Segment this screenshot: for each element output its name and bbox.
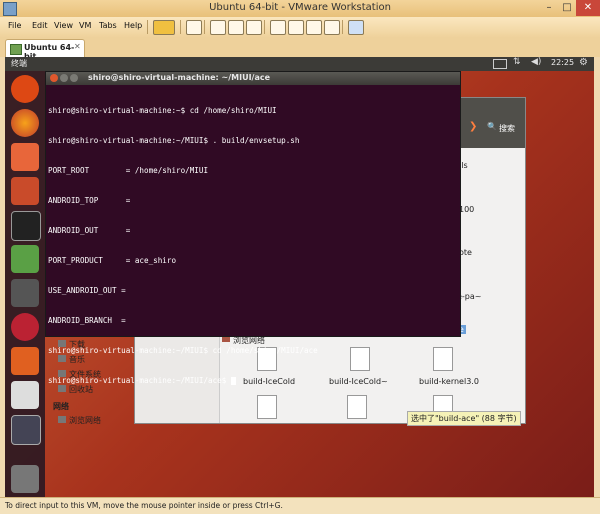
text-editor-icon[interactable] <box>11 381 39 409</box>
search-icon[interactable]: 🔍 <box>487 122 497 131</box>
clock[interactable]: 22:25 <box>551 58 574 67</box>
tab-strip <box>0 37 600 57</box>
terminal-line: ANDROID_OUT = <box>48 226 131 235</box>
tab-ubuntu[interactable]: Ubuntu 64-bit ✕ <box>5 39 85 61</box>
search-label[interactable]: 搜索 <box>499 123 515 134</box>
maximize-icon[interactable] <box>70 74 78 82</box>
files-icon[interactable] <box>11 143 39 171</box>
system-settings-icon[interactable] <box>11 279 39 307</box>
network-icon[interactable]: ⇅ <box>513 57 521 67</box>
toolbar-separator <box>204 20 205 34</box>
send-ctrl-alt-del-icon[interactable] <box>186 20 202 35</box>
terminal-title: shiro@shiro-virtual-machine: ~/MIUI/ace <box>88 73 271 82</box>
terminal-line: ANDROID_BRANCH = <box>48 316 126 325</box>
trash-icon[interactable] <box>11 465 39 493</box>
thumbnail-icon[interactable] <box>288 20 304 35</box>
power-icon[interactable] <box>153 20 175 35</box>
maximize-button[interactable]: □ <box>558 0 576 16</box>
unity-icon[interactable] <box>324 20 340 35</box>
disc-icon[interactable] <box>11 313 39 341</box>
menu-help[interactable]: Help <box>124 21 142 30</box>
terminal-titlebar: shiro@shiro-virtual-machine: ~/MIUI/ace <box>46 72 460 85</box>
terminal-cursor <box>230 377 236 385</box>
terminal-line: shiro@shiro-virtual-machine:~/MIUI$ cd /… <box>48 346 318 355</box>
terminal-line: shiro@shiro-virtual-machine:~$ cd /home/… <box>48 106 277 115</box>
minimize-button[interactable]: – <box>540 0 558 16</box>
close-icon[interactable] <box>50 74 58 82</box>
menu-vm[interactable]: VM <box>79 21 91 30</box>
snapshot-icon[interactable] <box>210 20 226 35</box>
revert-snapshot-icon[interactable] <box>228 20 244 35</box>
ubuntu-one-icon[interactable] <box>11 347 39 375</box>
toolbar-separator <box>342 20 343 34</box>
terminal-prompt: shiro@shiro-virtual-machine:~/MIUI/ace$ <box>48 376 231 385</box>
console-view-icon[interactable] <box>348 20 364 35</box>
toolbar-separator <box>180 20 181 34</box>
network-icon <box>58 416 66 423</box>
terminal-line: ANDROID_TOP = <box>48 196 131 205</box>
toolbar-separator <box>264 20 265 34</box>
terminal-window[interactable]: shiro@shiro-virtual-machine: ~/MIUI/ace … <box>45 71 461 385</box>
menu-view[interactable]: View <box>54 21 73 30</box>
status-text: To direct input to this VM, move the mou… <box>5 501 283 510</box>
keyboard-icon[interactable] <box>493 59 507 69</box>
window-titlebar: Ubuntu 64-bit - VMware Workstation – □ ✕ <box>0 0 600 17</box>
dash-icon[interactable] <box>11 75 39 103</box>
file-label-partial: 100 <box>459 205 475 214</box>
tab-close-icon[interactable]: ✕ <box>74 42 81 51</box>
update-manager-icon[interactable] <box>11 245 39 273</box>
ubuntu-top-panel: 终端 ⇅ ◀) 22:25 ⚙ <box>5 57 594 71</box>
terminal-line: PORT_ROOT = /home/shiro/MIUI <box>48 166 209 175</box>
full-screen-icon[interactable] <box>306 20 322 35</box>
menu-tabs[interactable]: Tabs <box>99 21 117 30</box>
terminal-line: USE_ANDROID_OUT = <box>48 286 126 295</box>
vm-icon <box>10 44 22 55</box>
menu-edit[interactable]: Edit <box>32 21 48 30</box>
show-library-icon[interactable] <box>270 20 286 35</box>
window-title: Ubuntu 64-bit - VMware Workstation <box>209 2 391 13</box>
menu-file[interactable]: File <box>8 21 21 30</box>
terminal-line: shiro@shiro-virtual-machine:~/MIUI$ . bu… <box>48 136 300 145</box>
settings-gear-icon[interactable]: ⚙ <box>579 57 588 68</box>
terminal-icon[interactable] <box>11 211 41 241</box>
snapshot-manager-icon[interactable] <box>246 20 262 35</box>
terminal-line: PORT_PRODUCT = ace_shiro <box>48 256 177 265</box>
volume-icon[interactable]: ◀) <box>531 57 541 67</box>
software-center-icon[interactable] <box>11 177 39 205</box>
close-button[interactable]: ✕ <box>576 0 600 16</box>
firefox-icon[interactable] <box>11 109 39 137</box>
active-app-name: 终端 <box>11 59 27 68</box>
chevron-right-icon[interactable]: ❯ <box>469 121 477 132</box>
selection-status: 选中了"build-ace" (88 字节) <box>407 411 521 426</box>
menubar: File Edit View VM Tabs Help <box>0 17 600 38</box>
workspace-switcher-icon[interactable] <box>11 415 41 445</box>
toolbar-separator <box>147 20 148 34</box>
sidebar-item-browse-network[interactable]: 浏览网络 <box>69 415 101 426</box>
status-bar: To direct input to this VM, move the mou… <box>0 497 600 514</box>
unity-launcher <box>5 71 45 497</box>
terminal-prompt-line[interactable]: shiro@shiro-virtual-machine:~/MIUI/ace$ <box>46 376 460 386</box>
terminal-output[interactable]: shiro@shiro-virtual-machine:~$ cd /home/… <box>46 85 460 385</box>
minimize-icon[interactable] <box>60 74 68 82</box>
vm-screen[interactable]: 终端 ⇅ ◀) 22:25 ⚙ ❯ 🔍 搜索 ils 100 ote e-pa~ <box>5 57 594 497</box>
